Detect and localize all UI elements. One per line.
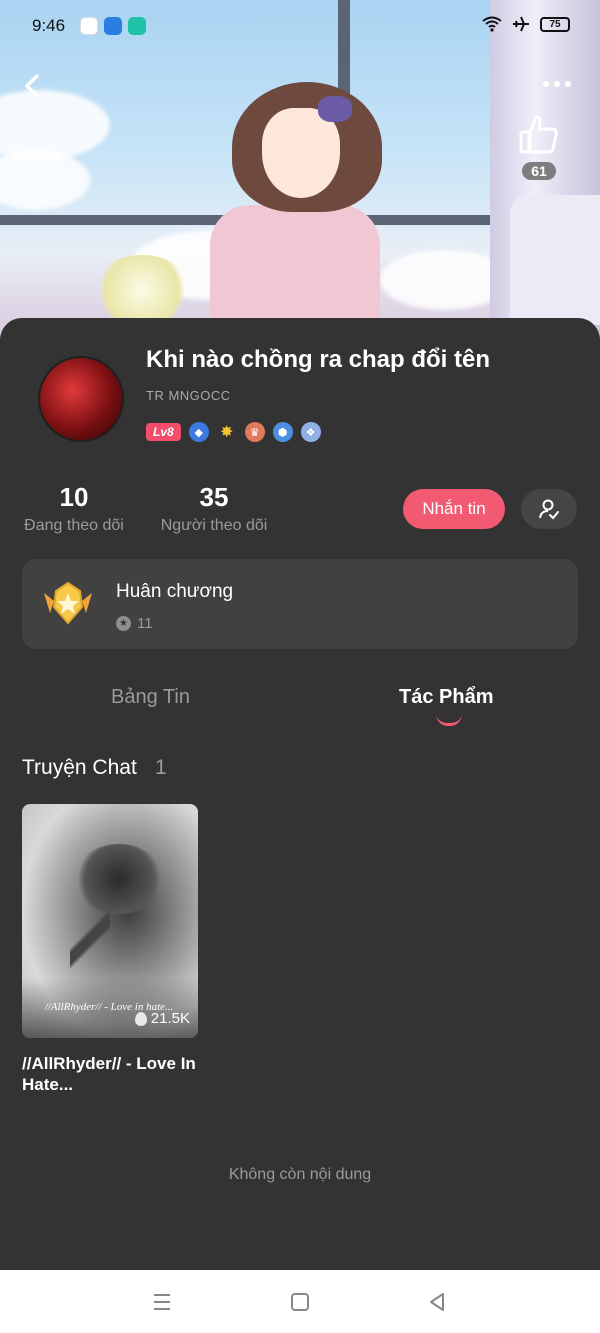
more-options-button[interactable] xyxy=(540,72,574,96)
followers-count: 35 xyxy=(199,482,229,512)
tiktok-icon xyxy=(80,17,98,35)
medals-count: 11 xyxy=(137,615,153,632)
followers-stat[interactable]: 35 Người theo dõi xyxy=(158,482,270,535)
diamond-badge-icon: ◆ xyxy=(188,422,209,442)
profile-panel: Khi nào chồng ra chap đổi tên TR MNGOCC … xyxy=(0,318,600,1270)
sun-badge-icon: ✸ xyxy=(219,424,234,441)
cloud xyxy=(0,90,110,160)
story-title[interactable]: //AllRhyder// - Love In Hate... xyxy=(22,1053,198,1095)
back-triangle-icon[interactable] xyxy=(425,1290,449,1314)
home-icon[interactable] xyxy=(288,1290,312,1314)
more-dots-icon xyxy=(543,81,571,87)
message-button[interactable]: Nhắn tin xyxy=(403,489,505,529)
story-views-count: 21.5K xyxy=(150,1010,190,1027)
thumbs-up-icon xyxy=(519,115,558,154)
follow-status-button[interactable] xyxy=(521,489,577,529)
section-count: 1 xyxy=(155,756,167,779)
back-arrow-icon xyxy=(25,74,39,98)
section-title: Truyện Chat xyxy=(22,756,137,779)
menu-icon[interactable] xyxy=(150,1290,174,1314)
tab-news[interactable]: Bảng Tin xyxy=(111,686,190,709)
medal-icon xyxy=(44,581,92,625)
crystal-badge-icon: ❖ xyxy=(300,422,321,442)
avatar[interactable] xyxy=(38,356,124,442)
end-of-content-text: Không còn nội dung xyxy=(228,1166,372,1183)
medals-title: Huân chương xyxy=(116,581,234,602)
cover-bouquet xyxy=(74,844,164,914)
character-bow xyxy=(318,96,352,122)
battery-icon: 75 xyxy=(540,16,570,32)
badge-row[interactable]: Lv8 ◆ ✸ ♛ ⬢ ❖ xyxy=(146,422,321,442)
followers-label: Người theo dõi xyxy=(160,517,268,534)
medals-card[interactable]: Huân chương ★ 11 xyxy=(22,559,578,649)
app-teal-icon xyxy=(128,17,146,35)
app-blue-icon xyxy=(104,17,122,35)
profile-name: Khi nào chồng ra chap đổi tên xyxy=(146,346,491,373)
following-count: 10 xyxy=(59,482,89,512)
star-icon: ★ xyxy=(116,616,131,631)
status-time: 9:46 xyxy=(32,16,66,35)
crown-badge-icon: ♛ xyxy=(244,422,265,442)
following-stat[interactable]: 10 Đang theo dõi xyxy=(22,482,126,535)
user-id: TR MNGOCC xyxy=(146,388,231,403)
level-badge: Lv8 xyxy=(146,423,181,441)
flame-icon xyxy=(134,1011,147,1026)
back-button[interactable] xyxy=(18,68,48,104)
following-label: Đang theo dõi xyxy=(24,517,124,534)
like-button[interactable]: 61 xyxy=(514,112,564,184)
story-card[interactable]: //AllRhyder// - Love in hate... 21.5K xyxy=(22,804,198,1038)
airplane-mode-icon xyxy=(513,16,529,32)
flowers xyxy=(92,255,192,325)
status-bar: 9:46 75 xyxy=(0,0,600,52)
system-nav-bar xyxy=(0,1270,600,1333)
cloud xyxy=(0,150,90,210)
medals-count-row: ★ 11 xyxy=(116,615,153,632)
cover-stems xyxy=(70,904,110,974)
tab-works[interactable]: Tác Phẩm xyxy=(399,686,493,709)
like-count: 61 xyxy=(522,162,556,180)
wifi-icon xyxy=(482,16,502,32)
story-views: 21.5K xyxy=(134,1010,190,1027)
user-check-icon xyxy=(539,499,559,520)
sofa xyxy=(510,195,600,325)
status-indicators: 75 xyxy=(482,16,570,32)
shield-badge-icon: ⬢ xyxy=(272,422,293,442)
active-tab-indicator xyxy=(436,714,462,726)
